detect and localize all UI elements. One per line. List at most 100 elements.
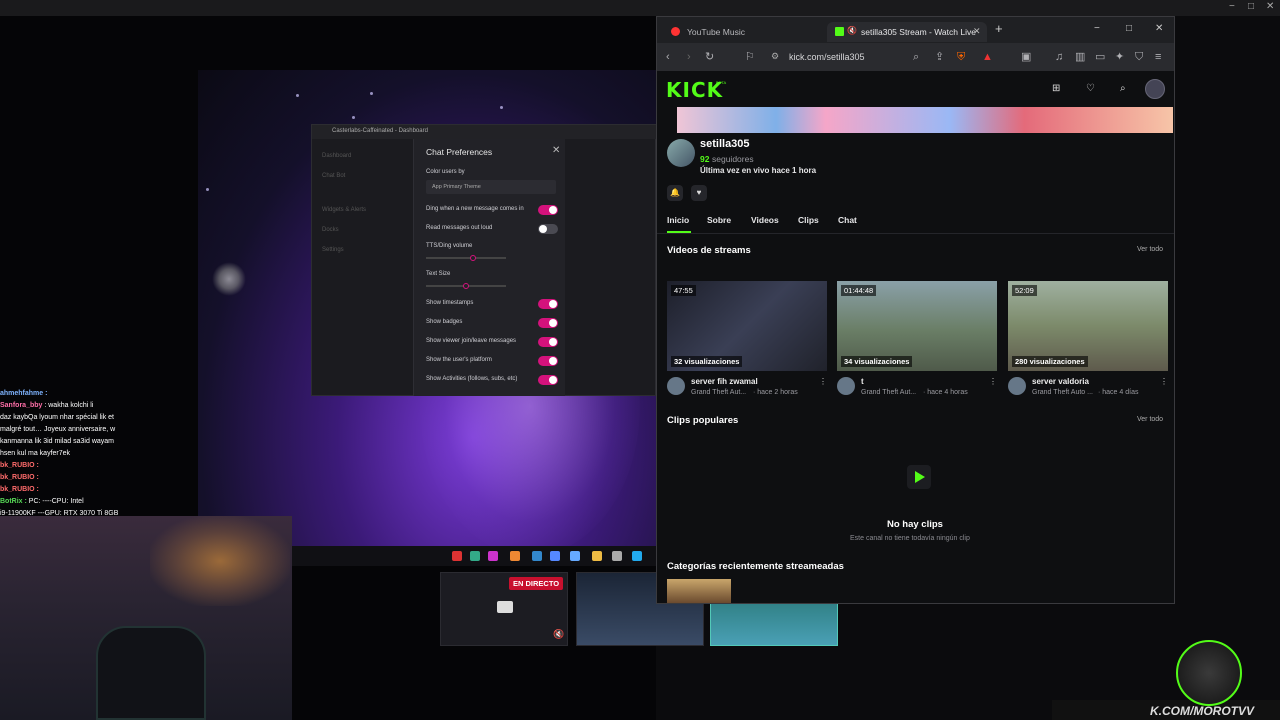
tab-close-icon[interactable]: ✕ [973,26,981,37]
app-icon[interactable] [570,551,580,561]
slider-knob[interactable] [463,283,469,289]
read-aloud-toggle[interactable] [538,224,558,234]
video-title[interactable]: t [861,377,864,386]
app-icon[interactable] [452,551,462,561]
share-icon[interactable]: ⇪ [935,50,944,64]
forward-icon[interactable]: › [687,50,691,64]
reload-icon[interactable]: ↻ [705,50,714,64]
text-size-slider[interactable] [426,283,506,289]
video-channel-avatar[interactable] [837,377,855,395]
chat-username[interactable]: bk_RUBIO : [0,486,39,493]
chat-text: malgré tout… Joyeux anniversaire, w [0,426,116,433]
new-tab-button[interactable]: + [995,21,1003,36]
extension-icon[interactable]: ▣ [1021,50,1031,64]
channel-avatar[interactable] [667,139,695,167]
video-channel-avatar[interactable] [1008,377,1026,395]
kick-logo[interactable]: KICK [666,78,723,102]
platform-toggle[interactable] [538,356,558,366]
video-thumbnail[interactable]: 47:55 32 visualizaciones [667,281,827,371]
video-thumbnail[interactable]: 01:44:48 34 visualizaciones [837,281,997,371]
menu-icon[interactable]: ≡ [1155,50,1161,64]
dashboard-nav-item[interactable]: Dashboard [322,153,351,159]
rewards-icon[interactable]: ▲ [982,50,993,64]
timestamps-toggle[interactable] [538,299,558,309]
video-category[interactable]: Grand Theft Aut... [691,389,746,396]
vpn-icon[interactable]: ⛉ [1135,50,1143,64]
see-all-clips-link[interactable]: Ver todo [1137,416,1163,423]
video-card[interactable]: 52:09 280 visualizaciones server valdori… [1008,281,1168,396]
gift-icon[interactable]: ⊞ [1052,83,1060,94]
badges-toggle[interactable] [538,318,558,328]
more-options-icon[interactable]: ⋮ [1160,377,1168,386]
video-card[interactable]: 47:55 32 visualizaciones server fih zwam… [667,281,827,396]
edge-icon[interactable] [632,551,642,561]
chat-username[interactable]: ahmehfahme : [0,390,47,397]
volume-slider[interactable] [426,255,506,261]
video-category[interactable]: Grand Theft Auto ... [1032,389,1093,396]
folder-icon[interactable] [592,551,602,561]
close-icon[interactable]: ✕ [1266,1,1274,12]
activities-toggle[interactable] [538,375,558,385]
window-minimize-icon[interactable]: − [1094,23,1100,34]
app-icon[interactable] [488,551,498,561]
app-icon[interactable] [612,551,622,561]
minimize-icon[interactable]: − [1229,1,1235,12]
close-icon[interactable]: ✕ [552,145,560,156]
user-avatar[interactable] [1145,79,1165,99]
follow-heart-icon[interactable]: ♥ [691,185,707,201]
app-icon[interactable] [510,551,520,561]
tab-youtube-music[interactable]: YouTube Music [661,22,821,42]
brave-shield-icon[interactable]: ⛨ [957,50,965,64]
dashboard-nav-item[interactable]: Docks [322,227,339,233]
video-card[interactable]: 01:44:48 34 visualizaciones t Grand Thef… [837,281,997,396]
dashboard-nav-item[interactable]: Widgets & Alerts [322,207,366,213]
chat-username[interactable]: bk_RUBIO : [0,474,39,481]
tab-kick-stream[interactable]: 🔇 setilla305 Stream - Watch Live ✕ [827,22,987,42]
window-close-icon[interactable]: ✕ [1155,23,1163,34]
category-thumbnail[interactable] [667,579,731,603]
site-info-icon[interactable]: ⚙ [771,51,779,62]
maximize-icon[interactable]: □ [1248,1,1254,12]
more-options-icon[interactable]: ⋮ [989,377,997,386]
mute-icon[interactable]: 🔇 [553,629,564,640]
see-all-streams-link[interactable]: Ver todo [1137,246,1163,253]
color-users-by-select[interactable]: App Primary Theme [426,180,556,194]
app-icon[interactable] [470,551,480,561]
muted-speaker-icon[interactable]: 🔇 [847,26,857,35]
back-icon[interactable]: ‹ [666,50,670,64]
leo-ai-icon[interactable]: ✦ [1115,50,1124,64]
heart-icon[interactable]: ♡ [1086,83,1095,94]
search-icon[interactable]: ⌕ [1120,83,1126,94]
chat-username[interactable]: bk_RUBIO : [0,462,39,469]
chat-username[interactable]: BotRix : [0,498,29,505]
window-maximize-icon[interactable]: □ [1126,23,1132,34]
video-thumbnail[interactable]: 52:09 280 visualizaciones [1008,281,1168,371]
notification-bell-icon[interactable]: 🔔 [667,185,683,201]
search-icon[interactable]: ⌕ [913,50,919,64]
tab-inicio[interactable]: Inicio [667,215,689,225]
slider-knob[interactable] [470,255,476,261]
music-icon[interactable]: ♫ [1055,50,1063,64]
dashboard-nav-item[interactable]: Settings [322,247,344,253]
video-title[interactable]: server fih zwamal [691,377,758,386]
chat-username[interactable]: Sanfora_bby [0,402,44,409]
join-leave-toggle[interactable] [538,337,558,347]
tab-videos[interactable]: Videos [751,215,779,225]
dashboard-nav-item[interactable]: Chat Bot [322,173,345,179]
tab-clips[interactable]: Clips [798,215,819,225]
app-icon[interactable] [550,551,560,561]
tab-sobre[interactable]: Sobre [707,215,731,225]
app-icon[interactable] [532,551,542,561]
video-channel-avatar[interactable] [667,377,685,395]
tab-chat[interactable]: Chat [838,215,857,225]
bookmark-icon[interactable]: ⚐ [745,50,755,64]
play-icon [907,465,931,489]
preview-thumbnail[interactable]: EN DIRECTO 🔇 [440,572,568,646]
address-bar[interactable]: ⚙ kick.com/setilla305 [761,47,951,67]
video-title[interactable]: server valdoria [1032,377,1089,386]
more-options-icon[interactable]: ⋮ [819,377,827,386]
wallet-icon[interactable]: ▭ [1095,50,1105,64]
ding-toggle[interactable] [538,205,558,215]
sidebar-icon[interactable]: ▥ [1075,50,1085,64]
video-category[interactable]: Grand Theft Aut... [861,389,916,396]
